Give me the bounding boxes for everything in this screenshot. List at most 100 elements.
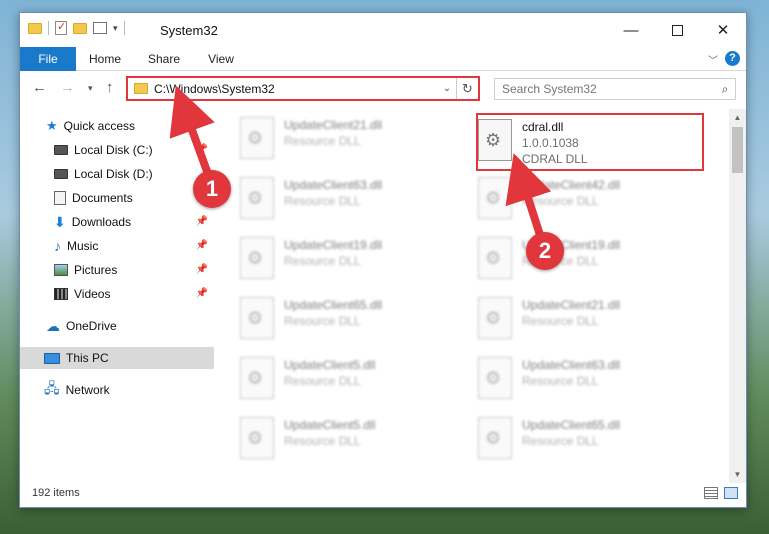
file-item[interactable]: UpdateClient42.dll Resource DLL [478,173,706,231]
tab-share[interactable]: Share [144,47,184,71]
file-item[interactable]: UpdateClient21.dll Resource DLL [478,293,706,351]
file-item[interactable]: UpdateClient21.dll Resource DLL [240,113,468,171]
file-type: Resource DLL [284,434,361,448]
dll-file-icon [478,119,512,161]
back-arrow-icon[interactable]: ← [32,79,47,96]
dll-file-icon [240,297,274,339]
sidebar-item-label: Local Disk (C:) [74,143,153,157]
search-box[interactable]: ⌕ [494,78,736,100]
file-type: Resource DLL [284,194,361,208]
download-icon: ⬇ [54,213,66,230]
star-icon: ★ [46,118,58,133]
vertical-scrollbar[interactable]: ▲ ▼ [729,109,746,483]
disk-icon [54,169,68,179]
toolbar-divider [123,21,125,35]
navigation-bar: ← → ▾ ↑ C:\Windows\System32 ⌄ ↻ ⌕ [20,71,746,107]
details-view-icon[interactable] [704,487,718,499]
tab-view[interactable]: View [204,47,238,71]
close-button[interactable]: ✕ [700,13,746,47]
customize-toolbar-chevron-icon[interactable]: ▾ [113,23,118,34]
file-type: Resource DLL [284,374,361,388]
file-item[interactable]: UpdateClient63.dll Resource DLL [478,353,706,411]
properties-checkmark-icon[interactable] [55,20,67,35]
sidebar-item-label: Music [67,239,99,253]
sidebar-item-local-disk-c[interactable]: Local Disk (C:) 📌 [20,139,214,161]
address-path[interactable]: C:\Windows\System32 [154,82,438,96]
file-name: UpdateClient42.dll [522,178,621,192]
expand-ribbon-chevron-icon[interactable]: ﹀ [708,52,718,67]
help-icon[interactable]: ? [725,51,740,66]
file-name: UpdateClient63.dll [522,358,621,372]
forward-arrow-icon[interactable]: → [60,79,75,96]
sidebar-item-local-disk-d[interactable]: Local Disk (D:) [20,163,214,185]
file-item[interactable]: UpdateClient63.dll Resource DLL [240,173,468,231]
ribbon-tabs: File Home Share View ﹀ ? [20,47,746,71]
large-icons-view-icon[interactable] [724,487,738,499]
file-item[interactable]: UpdateClient19.dllResource DLL [240,233,468,291]
scroll-up-icon[interactable]: ▲ [729,109,746,126]
window-title: System32 [160,23,218,38]
maximize-button[interactable] [654,13,700,47]
file-name: UpdateClient63.dll [284,178,383,192]
music-icon: ♪ [54,238,61,254]
file-item[interactable]: UpdateClient19.dllResource DLL [478,233,706,291]
sidebar-item-pictures[interactable]: Pictures 📌 [20,259,214,281]
sidebar-item-label: Quick access [63,119,136,133]
address-history-chevron-icon[interactable]: ⌄ [438,83,456,94]
pin-icon: 📌 [195,144,208,155]
folder-icon [134,83,148,94]
file-type: Resource DLL [284,314,361,328]
file-type: Resource DLL [522,314,599,328]
sidebar-item-onedrive[interactable]: ☁ OneDrive [20,315,214,337]
sidebar-item-label: This PC [66,351,109,365]
folder-icon [28,22,42,34]
file-name: UpdateClient65.dll [284,298,383,312]
dll-file-icon [478,177,512,219]
item-count: 192 items [32,487,80,499]
sidebar-item-downloads[interactable]: ⬇ Downloads 📌 [20,211,214,233]
file-item[interactable]: UpdateClient5.dll Resource DLL [240,413,468,471]
dll-file-icon [240,357,274,399]
file-type: Resource DLL [284,134,361,148]
dll-file-icon [478,237,512,279]
title-bar: ▾ System32 — ✕ [20,13,746,47]
document-icon [54,191,66,205]
dll-file-icon [240,417,274,459]
properties-icon[interactable] [93,22,107,34]
sidebar-item-music[interactable]: ♪ Music 📌 [20,235,214,257]
sidebar-item-documents[interactable]: Documents 📌 [20,187,214,209]
file-name: UpdateClient21.dll [284,118,383,132]
up-arrow-icon[interactable]: ↑ [106,79,114,96]
cloud-icon: ☁ [46,317,60,334]
search-icon[interactable]: ⌕ [715,82,735,97]
dll-file-icon [478,357,512,399]
file-version: 1.0.0.1038 [522,136,579,150]
dll-file-icon [478,297,512,339]
minimize-button[interactable]: — [608,13,654,47]
pin-icon: 📌 [195,216,208,227]
file-item[interactable]: UpdateClient5.dll Resource DLL [240,353,468,411]
scroll-thumb[interactable] [732,127,743,173]
videos-icon [54,288,68,300]
file-type: Resource DLL [522,434,599,448]
sidebar-item-label: Local Disk (D:) [74,167,153,181]
sidebar-item-this-pc[interactable]: This PC [20,347,214,369]
new-folder-icon[interactable] [73,22,87,34]
pin-icon: 📌 [195,264,208,275]
tab-home[interactable]: Home [88,47,122,71]
pin-icon: 📌 [195,288,208,299]
sidebar-item-network[interactable]: 🖧 Network [20,379,214,401]
tab-file[interactable]: File [20,47,76,71]
sidebar-item-quick-access[interactable]: ★ Quick access [20,115,214,137]
file-name: UpdateClient65.dll [522,418,621,432]
sidebar-item-label: Videos [74,287,111,301]
refresh-icon[interactable]: ↻ [456,78,478,99]
sidebar-item-videos[interactable]: Videos 📌 [20,283,214,305]
computer-icon [44,352,60,364]
file-item-cdral-dll[interactable]: cdral.dll 1.0.0.1038 CDRAL DLL [478,115,706,173]
search-input[interactable] [495,82,715,96]
address-bar[interactable]: C:\Windows\System32 ⌄ ↻ [126,76,480,101]
recent-locations-chevron-icon[interactable]: ▾ [88,83,93,94]
file-item[interactable]: UpdateClient65.dll Resource DLL [240,293,468,351]
file-item[interactable]: UpdateClient65.dll Resource DLL [478,413,706,471]
